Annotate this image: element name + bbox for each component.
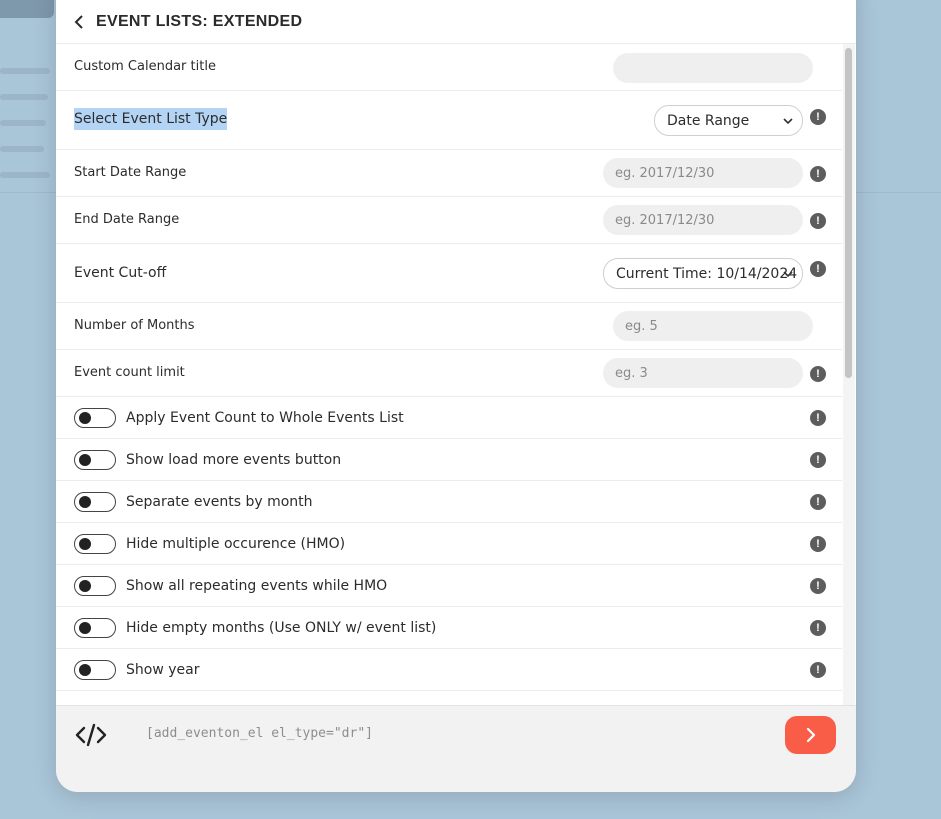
event-lists-modal: EVENT LISTS: EXTENDED Custom Calendar ti…	[56, 0, 856, 792]
info-icon[interactable]: !	[810, 109, 826, 125]
toggle-row: Show year !	[56, 649, 842, 691]
toggle-knob	[79, 496, 91, 508]
toggle-knob	[79, 622, 91, 634]
toggle-row: Show all repeating events while HMO !	[56, 565, 842, 607]
page-title: EVENT LISTS: EXTENDED	[96, 12, 303, 30]
insert-shortcode-button[interactable]	[785, 716, 836, 754]
toggle-switch[interactable]	[74, 660, 116, 680]
chevron-down-icon	[783, 118, 793, 125]
toggle-label: Separate events by month	[126, 494, 313, 510]
toggle-row: Apply Event Count to Whole Events List !	[56, 397, 842, 439]
row-end-date: End Date Range !	[56, 197, 842, 244]
end-date-input[interactable]	[603, 205, 803, 235]
toggle-row: Hide empty months (Use ONLY w/ event lis…	[56, 607, 842, 649]
toggle-row: Separate events by month !	[56, 481, 842, 523]
settings-list: Custom Calendar title Select Event List …	[56, 44, 842, 705]
toggle-row: Show load more events button !	[56, 439, 842, 481]
info-icon[interactable]: !	[810, 578, 826, 594]
cutoff-label: Event Cut-off	[74, 265, 167, 281]
info-icon[interactable]: !	[810, 366, 826, 382]
start-date-label: Start Date Range	[74, 165, 187, 180]
info-icon[interactable]: !	[810, 452, 826, 468]
background-text	[0, 68, 50, 74]
background-divider	[856, 192, 941, 193]
chevron-down-icon	[783, 271, 793, 278]
toggle-switch[interactable]	[74, 576, 116, 596]
end-date-label: End Date Range	[74, 212, 180, 227]
start-date-input[interactable]	[603, 158, 803, 188]
background-text	[0, 146, 44, 152]
list-type-value: Date Range	[667, 112, 750, 129]
background-text	[0, 120, 46, 126]
info-icon[interactable]: !	[810, 662, 826, 678]
info-icon[interactable]: !	[810, 166, 826, 182]
chevron-right-icon	[806, 727, 815, 743]
code-icon	[74, 721, 108, 749]
count-limit-input[interactable]	[603, 358, 803, 388]
chevron-left-icon	[74, 14, 83, 29]
row-list-type: Select Event List Type Date Range !	[56, 91, 842, 150]
toggle-switch[interactable]	[74, 492, 116, 512]
cutoff-value: Current Time: 10/14/2024	[616, 265, 798, 282]
toggle-switch[interactable]	[74, 618, 116, 638]
info-icon[interactable]: !	[810, 536, 826, 552]
calendar-title-label: Custom Calendar title	[74, 59, 216, 74]
row-months: Number of Months	[56, 303, 842, 350]
calendar-title-input[interactable]	[613, 53, 813, 83]
toggle-knob	[79, 454, 91, 466]
toggle-knob	[79, 538, 91, 550]
background-divider	[0, 192, 56, 193]
info-icon[interactable]: !	[810, 410, 826, 426]
toggle-knob	[79, 412, 91, 424]
info-icon[interactable]: !	[810, 213, 826, 229]
modal-header: EVENT LISTS: EXTENDED	[56, 0, 856, 44]
row-count-limit: Event count limit !	[56, 350, 842, 397]
list-type-select[interactable]: Date Range	[654, 105, 803, 136]
info-icon[interactable]: !	[810, 494, 826, 510]
background-text	[0, 94, 48, 100]
shortcode-text[interactable]: [add_eventon_el el_type="dr"]	[146, 726, 373, 741]
toggle-label: Hide empty months (Use ONLY w/ event lis…	[126, 620, 437, 636]
row-cutoff: Event Cut-off Current Time: 10/14/2024 !	[56, 244, 842, 303]
toggle-knob	[79, 664, 91, 676]
toggle-label: Show load more events button	[126, 452, 342, 468]
background-text	[0, 172, 50, 178]
row-start-date: Start Date Range !	[56, 150, 842, 197]
toggle-label: Show year	[126, 662, 200, 678]
months-input[interactable]	[613, 311, 813, 341]
toggle-label: Apply Event Count to Whole Events List	[126, 410, 404, 426]
list-type-label: Select Event List Type	[74, 108, 228, 130]
toggle-label: Show all repeating events while HMO	[126, 578, 388, 594]
toggle-switch[interactable]	[74, 450, 116, 470]
count-limit-label: Event count limit	[74, 365, 185, 380]
info-icon[interactable]: !	[810, 261, 826, 277]
modal-footer: [add_eventon_el el_type="dr"]	[56, 705, 856, 792]
toggle-knob	[79, 580, 91, 592]
back-button[interactable]	[64, 7, 94, 37]
scrollbar-thumb[interactable]	[845, 48, 852, 378]
cutoff-select[interactable]: Current Time: 10/14/2024	[603, 258, 803, 289]
toggle-switch[interactable]	[74, 408, 116, 428]
months-label: Number of Months	[74, 318, 195, 333]
toggle-label: Hide multiple occurence (HMO)	[126, 536, 346, 552]
scrollbar[interactable]	[843, 44, 855, 705]
row-calendar-title: Custom Calendar title	[56, 44, 842, 91]
toggle-switch[interactable]	[74, 534, 116, 554]
background-chip	[0, 0, 54, 18]
info-icon[interactable]: !	[810, 620, 826, 636]
toggle-row: Hide multiple occurence (HMO) !	[56, 523, 842, 565]
